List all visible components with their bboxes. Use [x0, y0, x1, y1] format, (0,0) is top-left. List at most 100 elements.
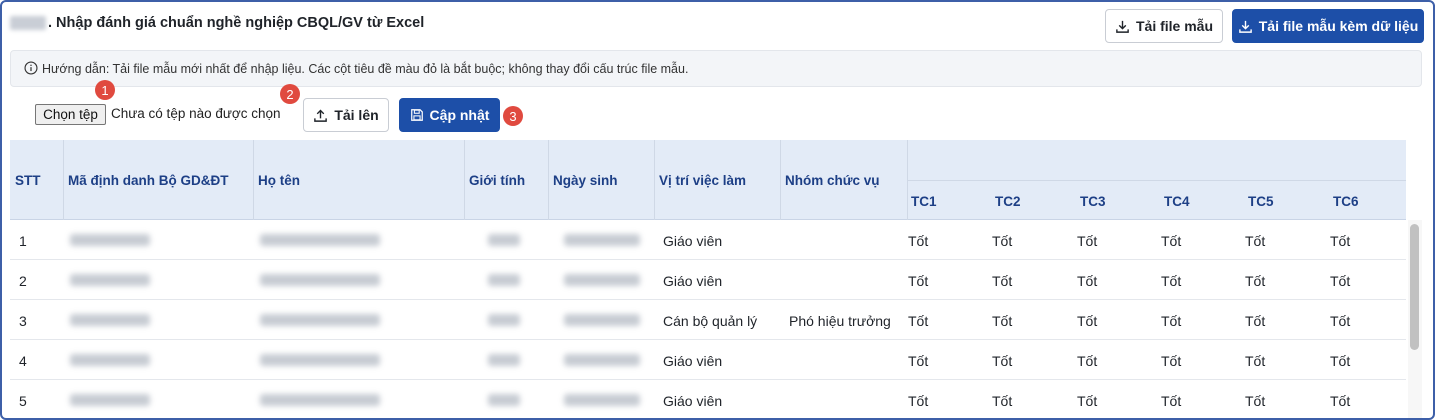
redacted-cell — [260, 394, 380, 406]
cell-tc3: Tốt — [1077, 353, 1098, 369]
cell-tc5: Tốt — [1245, 353, 1266, 369]
download-icon — [1116, 20, 1129, 33]
header-dob: Ngày sinh — [553, 173, 618, 188]
cell-tc2: Tốt — [992, 273, 1013, 289]
cell-position: Giáo viên — [663, 273, 723, 289]
redacted-cell — [70, 394, 150, 406]
download-template-label: Tải file mẫu — [1135, 18, 1214, 34]
cell-tc3: Tốt — [1077, 273, 1098, 289]
redacted-cell — [70, 274, 150, 286]
step-badge-3: 3 — [503, 106, 523, 126]
cell-tc5: Tốt — [1245, 233, 1266, 249]
cell-tc5: Tốt — [1245, 313, 1266, 329]
table-row[interactable]: 4 Giáo viên Tốt Tốt Tốt Tốt Tốt Tốt — [10, 340, 1406, 380]
cell-stt: 4 — [19, 353, 27, 369]
cell-tc4: Tốt — [1161, 233, 1182, 249]
cell-tc6: Tốt — [1330, 273, 1351, 289]
header-tc2: TC2 — [995, 194, 1021, 209]
cell-tc6: Tốt — [1330, 353, 1351, 369]
save-icon — [410, 109, 423, 121]
step-badge-1: 1 — [95, 80, 115, 100]
upload-label: Tải lên — [334, 107, 379, 123]
cell-tc6: Tốt — [1330, 313, 1351, 329]
cell-group: Phó hiệu trưởng — [789, 313, 891, 329]
redacted-title-prefix — [10, 16, 46, 30]
redacted-cell — [488, 274, 520, 286]
redacted-cell — [488, 354, 520, 366]
table-row[interactable]: 5 Giáo viên Tốt Tốt Tốt Tốt Tốt Tốt — [10, 380, 1406, 418]
redacted-cell — [488, 394, 520, 406]
cell-tc6: Tốt — [1330, 233, 1351, 249]
table-row[interactable]: 2 Giáo viên Tốt Tốt Tốt Tốt Tốt Tốt — [10, 260, 1406, 300]
header-position: Vị trí việc làm — [659, 173, 747, 188]
header-tc4: TC4 — [1164, 194, 1190, 209]
cell-tc1: Tốt — [908, 353, 929, 369]
cell-tc2: Tốt — [992, 233, 1013, 249]
panel-header: . Nhập đánh giá chuẩn nghề nghiệp CBQL/G… — [2, 2, 1433, 46]
cell-tc2: Tốt — [992, 353, 1013, 369]
cell-tc3: Tốt — [1077, 393, 1098, 409]
redacted-cell — [260, 274, 380, 286]
download-template-with-data-button[interactable]: Tải file mẫu kèm dữ liệu — [1232, 9, 1424, 43]
cell-stt: 3 — [19, 313, 27, 329]
cell-stt: 2 — [19, 273, 27, 289]
info-icon — [24, 61, 38, 75]
choose-file-button[interactable]: Chọn tệp — [35, 104, 106, 125]
cell-tc4: Tốt — [1161, 273, 1182, 289]
header-group: Nhóm chức vụ — [785, 173, 880, 188]
redacted-cell — [564, 274, 640, 286]
redacted-cell — [70, 314, 150, 326]
cell-tc1: Tốt — [908, 273, 929, 289]
redacted-cell — [260, 314, 380, 326]
cell-tc5: Tốt — [1245, 273, 1266, 289]
table-row[interactable]: 1 Giáo viên Tốt Tốt Tốt Tốt Tốt Tốt — [10, 220, 1406, 260]
step-badge-2: 2 — [280, 84, 300, 104]
header-gender: Giới tính — [469, 173, 526, 188]
file-status-text: Chưa có tệp nào được chọn — [111, 106, 281, 121]
upload-icon — [314, 109, 328, 122]
header-tc3: TC3 — [1080, 194, 1106, 209]
scrollbar-thumb[interactable] — [1410, 224, 1419, 350]
table-row[interactable]: 3 Cán bộ quản lý Phó hiệu trưởng Tốt Tốt Tốt T… — [10, 300, 1406, 340]
cell-tc4: Tốt — [1161, 393, 1182, 409]
cell-position: Giáo viên — [663, 353, 723, 369]
download-template-button[interactable]: Tải file mẫu — [1105, 9, 1223, 43]
redacted-cell — [564, 394, 640, 406]
cell-tc2: Tốt — [992, 313, 1013, 329]
header-subdivider — [907, 180, 1406, 181]
redacted-cell — [70, 234, 150, 246]
cell-tc1: Tốt — [908, 233, 929, 249]
cell-position: Giáo viên — [663, 233, 723, 249]
redacted-cell — [260, 354, 380, 366]
redacted-cell — [564, 234, 640, 246]
guide-box: Hướng dẫn: Tải file mẫu mới nhất để nhập… — [10, 50, 1422, 87]
redacted-cell — [564, 314, 640, 326]
upload-button[interactable]: Tải lên — [303, 98, 389, 132]
update-button[interactable]: Cập nhật — [399, 98, 500, 132]
download-template-with-data-label: Tải file mẫu kèm dữ liệu — [1258, 18, 1419, 34]
cell-tc1: Tốt — [908, 313, 929, 329]
guide-text: Hướng dẫn: Tải file mẫu mới nhất để nhập… — [42, 62, 689, 76]
download-icon — [1238, 20, 1252, 33]
cell-stt: 1 — [19, 233, 27, 249]
import-panel: . Nhập đánh giá chuẩn nghề nghiệp CBQL/G… — [0, 0, 1435, 420]
header-tc5: TC5 — [1248, 194, 1274, 209]
header-tc6: TC6 — [1333, 194, 1359, 209]
cell-tc4: Tốt — [1161, 313, 1182, 329]
cell-tc3: Tốt — [1077, 233, 1098, 249]
evaluation-table: STT Mã định danh Bộ GD&ĐT Họ tên Giới tí… — [10, 140, 1406, 418]
header-tc1: TC1 — [911, 194, 937, 209]
page-title: . Nhập đánh giá chuẩn nghề nghiệp CBQL/G… — [48, 15, 425, 31]
header-name: Họ tên — [258, 173, 300, 188]
redacted-cell — [564, 354, 640, 366]
table-header: STT Mã định danh Bộ GD&ĐT Họ tên Giới tí… — [10, 140, 1406, 220]
redacted-cell — [488, 234, 520, 246]
cell-position: Cán bộ quản lý — [663, 313, 758, 329]
redacted-cell — [260, 234, 380, 246]
header-id: Mã định danh Bộ GD&ĐT — [68, 173, 229, 188]
update-label: Cập nhật — [429, 107, 490, 123]
cell-tc5: Tốt — [1245, 393, 1266, 409]
cell-tc1: Tốt — [908, 393, 929, 409]
cell-stt: 5 — [19, 393, 27, 409]
cell-tc2: Tốt — [992, 393, 1013, 409]
